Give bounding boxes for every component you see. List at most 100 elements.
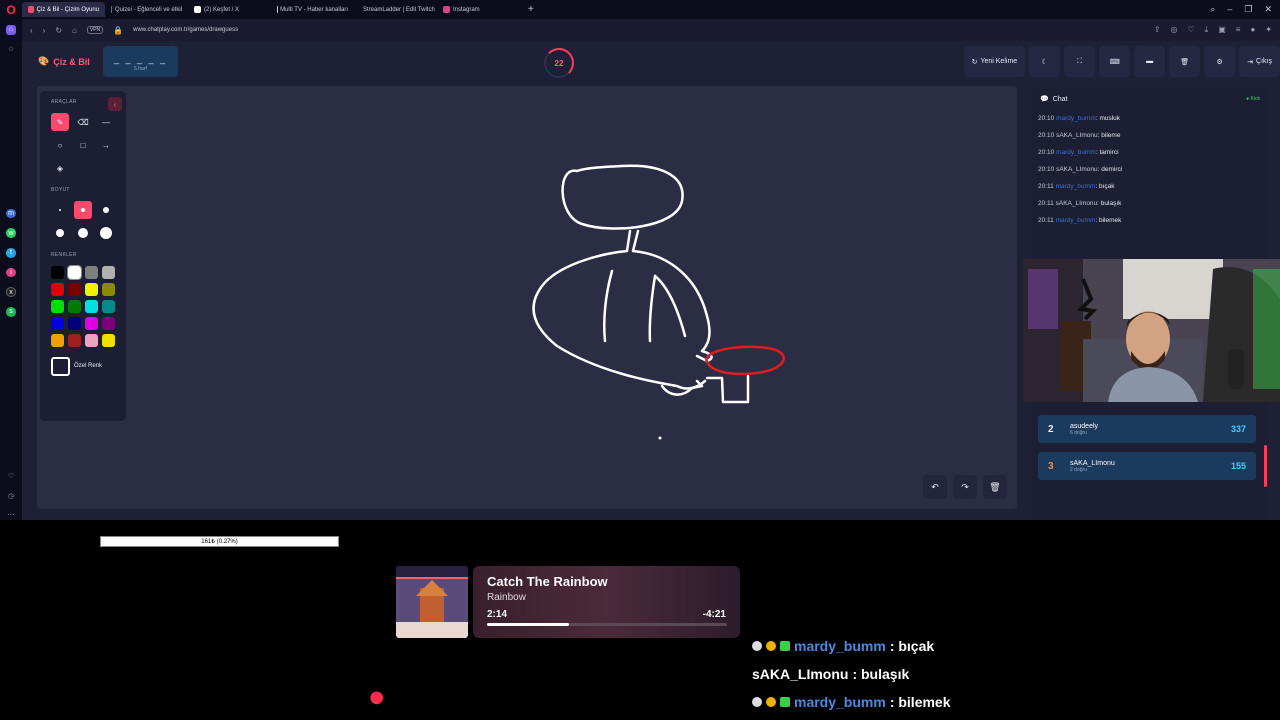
- drawing-canvas[interactable]: ‹ ARAÇLAR ✎ ⌫ — ○ □ → ◈ BOYUT RENKLER Öz…: [37, 86, 1017, 509]
- fullscreen-icon: ⛶: [1077, 57, 1083, 65]
- eraser-tool[interactable]: ⌫: [74, 113, 92, 131]
- color-swatch[interactable]: [67, 265, 82, 280]
- ai-icon[interactable]: ✦: [1265, 25, 1272, 35]
- profile-icon[interactable]: ●: [1250, 25, 1255, 35]
- exit-button[interactable]: ⇥ Çıkış: [1239, 46, 1280, 77]
- camera-icon[interactable]: ◎: [1171, 25, 1178, 35]
- size-3[interactable]: [97, 201, 115, 219]
- chat-text: bilemek: [1098, 217, 1122, 224]
- new-tab-button[interactable]: +: [528, 4, 534, 15]
- color-swatch[interactable]: [51, 283, 64, 296]
- home-icon[interactable]: ⌂: [72, 26, 77, 35]
- spotify-icon[interactable]: s: [6, 306, 16, 317]
- theme-toggle-button[interactable]: ☾: [1029, 46, 1061, 77]
- color-swatch[interactable]: [102, 300, 115, 313]
- color-swatch[interactable]: [68, 283, 81, 296]
- collapse-button[interactable]: ‹: [108, 97, 122, 111]
- leaderboard-scrollbar[interactable]: [1264, 445, 1267, 487]
- color-swatch[interactable]: [51, 317, 64, 330]
- chat-user[interactable]: mardy_bumm: [1056, 183, 1096, 190]
- x-icon[interactable]: x: [6, 287, 16, 297]
- arrow-tool[interactable]: →: [97, 136, 115, 154]
- browser-tab[interactable]: Quizei - Eğlenceli ve etkil: [105, 2, 188, 17]
- telegram-icon[interactable]: t: [6, 248, 16, 258]
- color-swatch[interactable]: [51, 300, 64, 313]
- url-field[interactable]: www.chatplay.com.tr/games/drawguess: [133, 27, 238, 33]
- vpn-badge[interactable]: VPN: [86, 26, 104, 34]
- clear-canvas-button[interactable]: 🗑: [983, 475, 1007, 499]
- forward-icon[interactable]: ›: [43, 26, 46, 35]
- star-icon[interactable]: ☆: [6, 45, 16, 55]
- color-swatch[interactable]: [85, 300, 98, 313]
- color-swatch[interactable]: [102, 283, 115, 296]
- color-swatch[interactable]: [85, 317, 98, 330]
- whatsapp-icon[interactable]: w: [6, 228, 16, 239]
- size-1[interactable]: [51, 201, 69, 219]
- back-icon[interactable]: ‹: [30, 26, 33, 35]
- more-icon[interactable]: ⋯: [6, 510, 16, 520]
- search-icon[interactable]: ⌕: [1210, 4, 1215, 15]
- maximize-icon[interactable]: ❐: [1244, 4, 1252, 15]
- chat-user[interactable]: mardy_bumm: [1056, 217, 1096, 224]
- keyboard-button[interactable]: ⌨: [1099, 46, 1131, 77]
- fullscreen-button[interactable]: ⛶: [1064, 46, 1096, 77]
- color-swatch[interactable]: [85, 283, 98, 296]
- reload-icon[interactable]: ↻: [55, 26, 62, 35]
- pencil-tool[interactable]: ✎: [51, 113, 69, 131]
- color-swatch[interactable]: [51, 334, 64, 347]
- color-swatch[interactable]: [85, 334, 98, 347]
- heart-icon[interactable]: ♡: [6, 471, 16, 481]
- size-2[interactable]: [74, 201, 92, 219]
- home-icon[interactable]: ⌂: [6, 25, 16, 35]
- download-icon[interactable]: ⤓: [1205, 25, 1209, 35]
- menu-icon[interactable]: ≡: [1236, 25, 1241, 35]
- new-word-button[interactable]: ↻ Yeni Kelime: [963, 46, 1026, 77]
- redo-button[interactable]: ↷: [953, 475, 977, 499]
- custom-color-button[interactable]: Özel Renk: [51, 357, 115, 376]
- color-swatch[interactable]: [68, 300, 81, 313]
- rectangle-tool[interactable]: □: [74, 136, 92, 154]
- size-dot: [81, 208, 85, 212]
- line-icon: —: [102, 117, 110, 127]
- color-swatch[interactable]: [51, 266, 64, 279]
- browser-tab[interactable]: (2) Keşfet / X: [188, 2, 271, 17]
- leaderboard-row[interactable]: 2 asudeely 6 doğru 337: [1038, 415, 1256, 443]
- leaderboard-row[interactable]: 3 sAKA_LImonu 2 doğru 155: [1038, 452, 1256, 480]
- circle-tool[interactable]: ○: [51, 136, 69, 154]
- browser-tab[interactable]: Instagram: [437, 2, 520, 17]
- size-6[interactable]: [97, 224, 115, 242]
- fill-tool[interactable]: ◈: [51, 159, 69, 177]
- chat-user[interactable]: mardy_bumm: [1056, 149, 1096, 156]
- line-tool[interactable]: —: [97, 113, 115, 131]
- instagram-icon[interactable]: i: [6, 267, 16, 278]
- heart-icon[interactable]: ♡: [1188, 25, 1195, 35]
- color-swatch[interactable]: [102, 317, 115, 330]
- color-swatch[interactable]: [102, 266, 115, 279]
- keyboard-icon: ⌨: [1109, 58, 1120, 66]
- size-5[interactable]: [74, 224, 92, 242]
- chat-user[interactable]: sAKA_LImonu: [1056, 200, 1098, 207]
- delete-button[interactable]: 🗑: [1169, 46, 1201, 77]
- color-swatch[interactable]: [102, 334, 115, 347]
- chat-user[interactable]: mardy_bumm: [1056, 115, 1096, 122]
- share-icon[interactable]: ⇪: [1154, 25, 1161, 35]
- color-swatch[interactable]: [85, 266, 98, 279]
- opera-logo-icon[interactable]: O: [0, 0, 22, 19]
- display-button[interactable]: ▬: [1134, 46, 1166, 77]
- browser-tab[interactable]: Multi TV - Haber kanalları: [271, 2, 354, 17]
- chat-user[interactable]: sAKA_LImonu: [1056, 166, 1098, 173]
- color-swatch[interactable]: [68, 317, 81, 330]
- color-swatch[interactable]: [68, 334, 81, 347]
- browser-tab[interactable]: StreamLadder | Edit Twitch: [354, 2, 437, 17]
- brand-logo[interactable]: 🎨 Çiz & Bil: [38, 56, 90, 67]
- history-icon[interactable]: ◷: [6, 491, 16, 501]
- close-icon[interactable]: ✕: [1264, 4, 1272, 15]
- minimize-icon[interactable]: –: [1227, 4, 1232, 15]
- settings-button[interactable]: ⚙: [1204, 46, 1236, 77]
- size-4[interactable]: [51, 224, 69, 242]
- browser-tab[interactable]: Çiz & Bil - Çizim Oyunu: [22, 2, 105, 17]
- messenger-icon[interactable]: m: [6, 208, 16, 219]
- extensions-icon[interactable]: ▣: [1218, 25, 1226, 35]
- undo-button[interactable]: ↶: [923, 475, 947, 499]
- chat-user[interactable]: sAKA_LImonu: [1056, 132, 1098, 139]
